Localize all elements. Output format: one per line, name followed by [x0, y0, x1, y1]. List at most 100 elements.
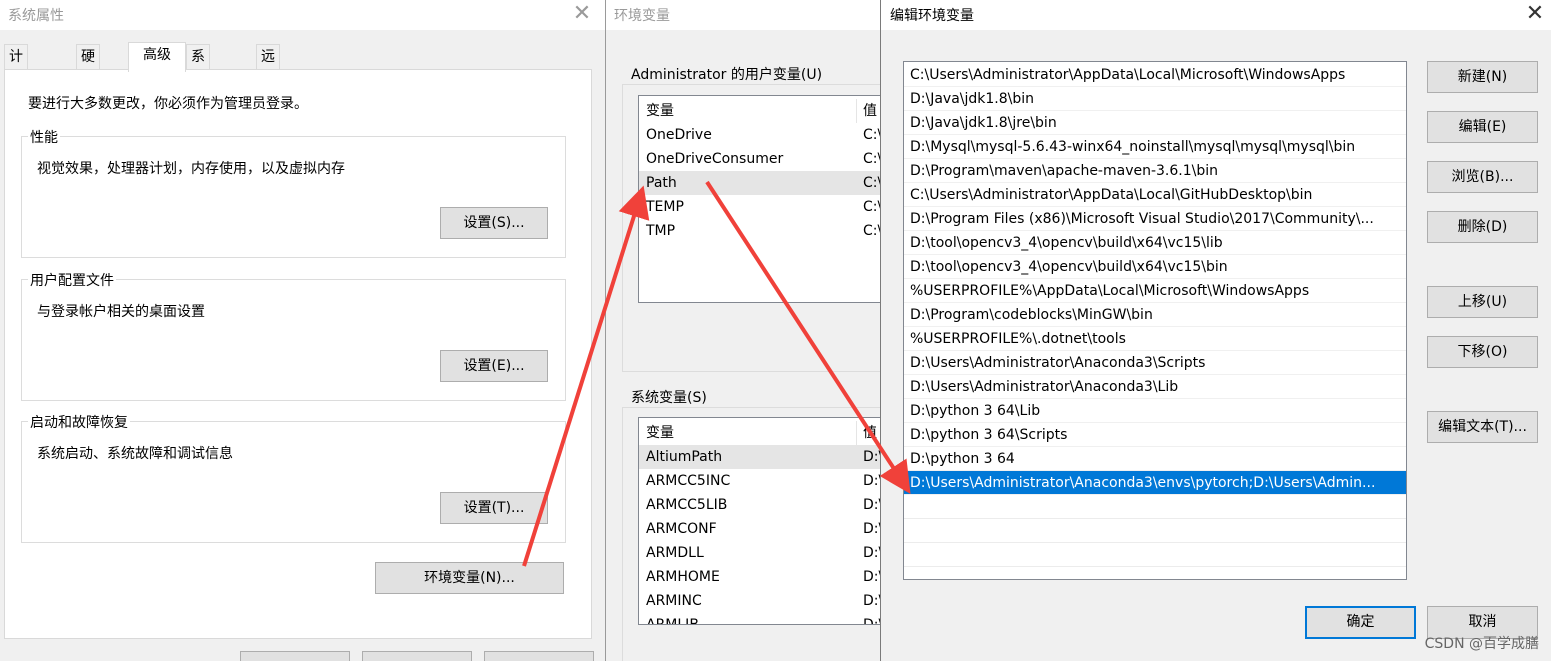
path-entry-empty[interactable]	[904, 495, 1406, 519]
variable-name: TMP	[646, 223, 676, 239]
variable-name: ARMHOME	[646, 569, 720, 585]
path-entry[interactable]: D:\Users\Administrator\Anaconda3\Lib	[904, 375, 1406, 399]
variable-name: ARMCONF	[646, 521, 717, 537]
path-entry-empty[interactable]	[904, 567, 1406, 579]
variable-name: Path	[646, 175, 677, 191]
path-entry[interactable]: D:\Program Files (x86)\Microsoft Visual …	[904, 207, 1406, 231]
path-entry[interactable]: D:\python 3 64\Scripts	[904, 423, 1406, 447]
startup-recovery-desc: 系统启动、系统故障和调试信息	[37, 446, 233, 462]
performance-group: 性能 视觉效果，处理器计划，内存使用，以及虚拟内存	[21, 127, 566, 258]
title-bar: 编辑环境变量 ✕	[881, 0, 1551, 30]
path-entry-selected[interactable]: D:\Users\Administrator\Anaconda3\envs\py…	[904, 471, 1406, 495]
path-entry[interactable]: D:\Mysql\mysql-5.6.43-winx64_noinstall\m…	[904, 135, 1406, 159]
browse-button[interactable]: 浏览(B)...	[1427, 161, 1538, 193]
variable-name: ARMINC	[646, 593, 702, 609]
user-variables-label: Administrator 的用户变量(U)	[631, 67, 823, 83]
window-title: 环境变量	[614, 8, 670, 24]
list-header: 变量 值	[639, 99, 887, 123]
move-down-button[interactable]: 下移(O)	[1427, 336, 1538, 368]
tab-hardware[interactable]: 硬件	[76, 44, 100, 89]
environment-variables-button[interactable]: 环境变量(N)...	[375, 562, 564, 594]
list-item[interactable]: TMP C:\	[639, 219, 887, 243]
path-entry[interactable]: D:\python 3 64\Lib	[904, 399, 1406, 423]
list-item[interactable]: AltiumPath D:\	[639, 445, 887, 469]
variable-name: AltiumPath	[646, 449, 723, 465]
close-icon[interactable]: ✕	[1523, 3, 1547, 27]
new-button[interactable]: 新建(N)	[1427, 61, 1538, 93]
path-entry[interactable]: D:\python 3 64	[904, 447, 1406, 471]
list-item[interactable]: ARMCONF D:\	[639, 517, 887, 541]
list-item-path-selected[interactable]: Path C:\	[639, 171, 887, 195]
list-item-partial[interactable]: ARMLIB D:\	[639, 613, 887, 625]
edit-text-button[interactable]: 编辑文本(T)...	[1427, 411, 1538, 443]
list-header: 变量 值	[639, 421, 887, 445]
cancel-button-partial[interactable]	[362, 651, 472, 661]
window-title: 系统属性	[8, 8, 64, 24]
path-entry[interactable]: D:\Java\jdk1.8\jre\bin	[904, 111, 1406, 135]
tab-system-protection[interactable]: 系统保护	[186, 44, 210, 137]
system-variables-list[interactable]: 变量 值 AltiumPath D:\ ARMCC5INC D:\ ARMCC5…	[638, 417, 888, 625]
list-item[interactable]: ARMDLL D:\	[639, 541, 887, 565]
path-entry[interactable]: %USERPROFILE%\.dotnet\tools	[904, 327, 1406, 351]
path-entry-empty[interactable]	[904, 519, 1406, 543]
delete-button[interactable]: 删除(D)	[1427, 211, 1538, 243]
title-bar: 环境变量	[606, 0, 881, 30]
variable-name: ARMLIB	[646, 617, 699, 625]
list-item[interactable]: ARMCC5INC D:\	[639, 469, 887, 493]
column-header-variable[interactable]: 变量	[646, 99, 674, 123]
performance-desc: 视觉效果，处理器计划，内存使用，以及虚拟内存	[37, 161, 345, 177]
user-variables-list[interactable]: 变量 值 OneDrive C:\ OneDriveConsumer C:\ P…	[638, 95, 888, 303]
column-divider	[856, 99, 857, 123]
path-entry[interactable]: D:\tool\opencv3_4\opencv\build\x64\vc15\…	[904, 255, 1406, 279]
path-entry[interactable]: D:\Program\codeblocks\MinGW\bin	[904, 303, 1406, 327]
path-entry[interactable]: %USERPROFILE%\AppData\Local\Microsoft\Wi…	[904, 279, 1406, 303]
tab-remote[interactable]: 远程	[256, 44, 280, 89]
startup-recovery-group: 启动和故障恢复 系统启动、系统故障和调试信息	[21, 412, 566, 543]
environment-variables-dialog: 环境变量 Administrator 的用户变量(U) 变量 值 OneDriv…	[605, 0, 892, 661]
path-entry[interactable]: C:\Users\Administrator\AppData\Local\Git…	[904, 183, 1406, 207]
path-entry[interactable]: D:\Java\jdk1.8\bin	[904, 87, 1406, 111]
column-divider	[856, 421, 857, 445]
title-bar: 系统属性 ✕	[0, 0, 606, 30]
path-entries-list[interactable]: C:\Users\Administrator\AppData\Local\Mic…	[903, 61, 1407, 580]
list-item[interactable]: OneDriveConsumer C:\	[639, 147, 887, 171]
list-item[interactable]: ARMHOME D:\	[639, 565, 887, 589]
user-profile-title: 用户配置文件	[28, 270, 116, 290]
user-profile-settings-button[interactable]: 设置(E)...	[440, 350, 548, 382]
variable-name: ARMDLL	[646, 545, 704, 561]
variable-name: TEMP	[646, 199, 684, 215]
list-item[interactable]: OneDrive C:\	[639, 123, 887, 147]
path-entry[interactable]: D:\Program\maven\apache-maven-3.6.1\bin	[904, 159, 1406, 183]
tab-computer-name[interactable]: 计算机名	[4, 44, 28, 137]
apply-button-partial[interactable]	[484, 651, 594, 661]
startup-settings-button[interactable]: 设置(T)...	[440, 492, 548, 524]
user-profile-group: 用户配置文件 与登录帐户相关的桌面设置	[21, 270, 566, 401]
path-entry-empty[interactable]	[904, 543, 1406, 567]
system-properties-dialog: 系统属性 ✕ 计算机名 硬件 高级 系统保护 远程 要进行大多数更改，你必须作为…	[0, 0, 606, 661]
ok-button-partial[interactable]	[240, 651, 350, 661]
list-item[interactable]: ARMINC D:\	[639, 589, 887, 613]
edit-button[interactable]: 编辑(E)	[1427, 111, 1538, 143]
window-title: 编辑环境变量	[890, 8, 974, 24]
path-entry[interactable]: D:\Users\Administrator\Anaconda3\Scripts	[904, 351, 1406, 375]
user-profile-desc: 与登录帐户相关的桌面设置	[37, 304, 205, 320]
variable-name: OneDriveConsumer	[646, 151, 784, 167]
variable-name: OneDrive	[646, 127, 712, 143]
close-icon[interactable]: ✕	[570, 3, 594, 27]
path-entry[interactable]: D:\tool\opencv3_4\opencv\build\x64\vc15\…	[904, 231, 1406, 255]
column-header-value[interactable]: 值	[863, 99, 877, 123]
list-item[interactable]: TEMP C:\	[639, 195, 887, 219]
variable-name: ARMCC5INC	[646, 473, 731, 489]
tab-advanced[interactable]: 高级	[128, 42, 186, 72]
startup-recovery-title: 启动和故障恢复	[28, 412, 130, 432]
list-item[interactable]: ARMCC5LIB D:\	[639, 493, 887, 517]
system-variables-label: 系统变量(S)	[631, 390, 707, 406]
admin-note: 要进行大多数更改，你必须作为管理员登录。	[28, 96, 308, 112]
ok-button[interactable]: 确定	[1305, 606, 1416, 639]
column-header-variable[interactable]: 变量	[646, 421, 674, 445]
path-entry[interactable]: C:\Users\Administrator\AppData\Local\Mic…	[904, 63, 1406, 87]
column-header-value[interactable]: 值	[863, 421, 877, 445]
variable-name: ARMCC5LIB	[646, 497, 728, 513]
performance-settings-button[interactable]: 设置(S)...	[440, 207, 548, 239]
move-up-button[interactable]: 上移(U)	[1427, 286, 1538, 318]
